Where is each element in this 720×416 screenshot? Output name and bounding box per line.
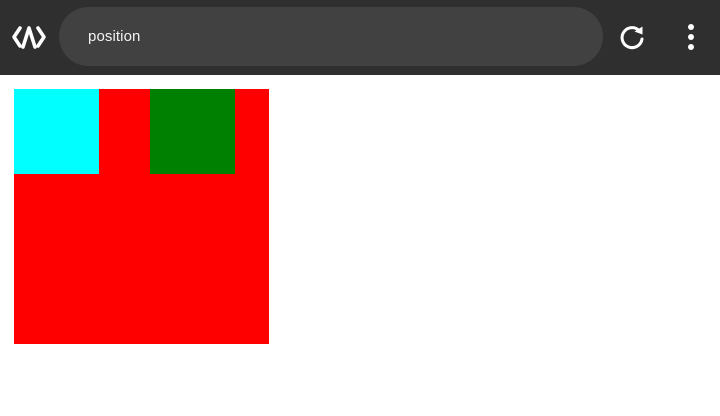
kebab-menu-icon <box>688 24 694 50</box>
green-box <box>150 89 235 174</box>
page-content <box>0 75 720 416</box>
red-box <box>14 89 269 344</box>
browser-toolbar: position <box>0 0 720 75</box>
overflow-menu-button[interactable] <box>672 17 710 57</box>
reload-icon <box>620 26 644 50</box>
reload-button[interactable] <box>612 17 652 57</box>
address-bar[interactable]: position <box>59 7 603 66</box>
cyan-box <box>14 89 99 174</box>
code-brackets-logo-icon[interactable] <box>11 22 47 52</box>
address-text: position <box>88 28 141 45</box>
